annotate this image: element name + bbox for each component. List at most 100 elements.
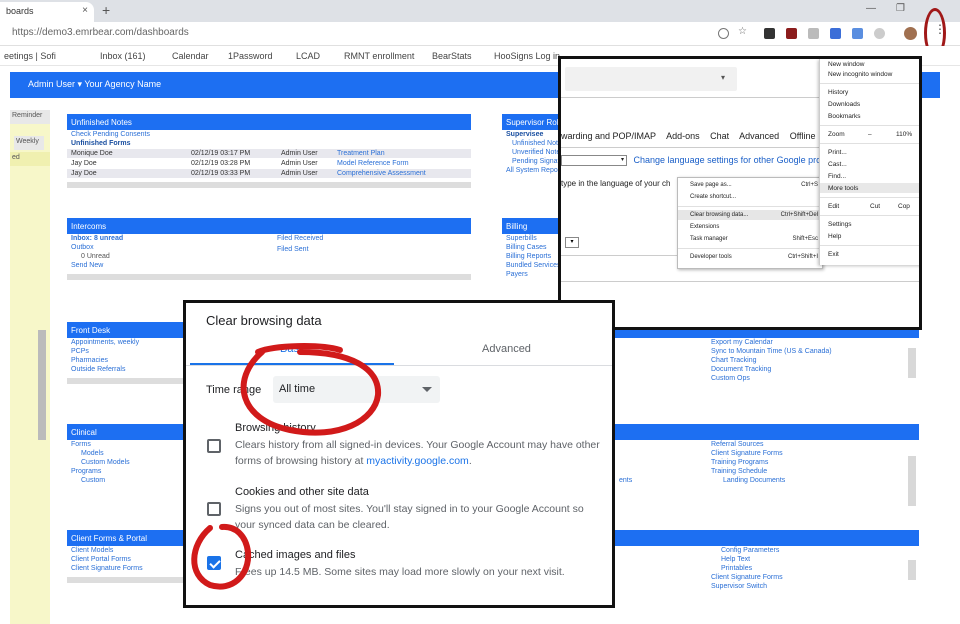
- panel-link[interactable]: Check Pending Consents: [67, 130, 471, 139]
- left-tab[interactable]: ed: [10, 152, 50, 166]
- panel-link[interactable]: Custom Models: [67, 458, 185, 467]
- panel-link[interactable]: Client Signature Forms: [615, 573, 919, 582]
- left-tab[interactable]: Weekly: [14, 136, 44, 150]
- panel-link[interactable]: Custom Ops: [615, 374, 919, 383]
- menu-item-new-incognito[interactable]: New incognito window: [828, 71, 892, 78]
- browser-tab[interactable]: boards ×: [0, 2, 94, 22]
- menu-item-task-manager[interactable]: Task manager: [690, 236, 728, 242]
- menu-item-clear-browsing-data[interactable]: Clear browsing data...: [690, 212, 748, 218]
- menu-item-settings[interactable]: Settings: [828, 221, 852, 228]
- bookmark-item[interactable]: LCAD: [296, 51, 320, 61]
- panel-link[interactable]: Filed Sent: [273, 245, 313, 254]
- panel-link[interactable]: Sync to Mountain Time (US & Canada): [615, 347, 919, 356]
- panel-link[interactable]: Appointments, weekly: [67, 338, 185, 347]
- bookmark-item[interactable]: BearStats: [432, 51, 472, 61]
- panel-link[interactable]: Document Tracking: [615, 365, 919, 374]
- panel-link[interactable]: Billing Cases: [502, 243, 560, 252]
- browsing-history-checkbox[interactable]: [207, 439, 221, 453]
- menu-item-help[interactable]: Help: [828, 233, 841, 240]
- panel-link[interactable]: Outbox: [67, 243, 471, 252]
- panel-link[interactable]: Client Signature Forms: [67, 564, 185, 573]
- table-row[interactable]: Jay Doe 02/12/19 03:33 PM Admin User Compre…: [67, 169, 471, 178]
- table-cell[interactable]: Treatment Plan: [337, 150, 385, 157]
- panel-link[interactable]: Send New: [67, 261, 471, 270]
- extension-icon[interactable]: [808, 28, 819, 39]
- panel-link[interactable]: Billing Reports: [502, 252, 560, 261]
- panel-link[interactable]: All System Reports: [502, 166, 560, 175]
- menu-item-history[interactable]: History: [828, 89, 848, 96]
- gmail-search-box[interactable]: ▾: [565, 67, 737, 91]
- panel-link[interactable]: PCPs: [67, 347, 185, 356]
- menu-item-bookmarks[interactable]: Bookmarks: [828, 113, 861, 120]
- menu-item-extensions[interactable]: Extensions: [690, 224, 719, 230]
- menu-item-more-tools[interactable]: More tools: [828, 185, 858, 192]
- panel-link[interactable]: Chart Tracking: [615, 356, 919, 365]
- extension-icon[interactable]: [830, 28, 841, 39]
- avatar[interactable]: [904, 27, 917, 40]
- bookmark-item[interactable]: 1Password: [228, 51, 273, 61]
- scrollbar[interactable]: [908, 348, 916, 378]
- panel-link[interactable]: ents: [615, 476, 636, 485]
- bookmark-item[interactable]: HooSigns Log in: [494, 51, 560, 61]
- panel-link[interactable]: Config Parameters: [615, 546, 919, 555]
- panel-link[interactable]: Help Text: [615, 555, 919, 564]
- scrollbar[interactable]: [38, 330, 46, 440]
- star-icon[interactable]: ☆: [738, 26, 749, 37]
- menu-item-downloads[interactable]: Downloads: [828, 101, 860, 108]
- menu-item-cut[interactable]: Cut: [870, 203, 880, 210]
- panel-link[interactable]: Supervisee: [502, 130, 560, 139]
- search-icon[interactable]: [718, 28, 729, 39]
- extension-icon[interactable]: [786, 28, 797, 39]
- panel-link[interactable]: Referral Sources: [615, 440, 919, 449]
- panel-link[interactable]: Landing Documents: [615, 476, 919, 485]
- menu-item-developer-tools[interactable]: Developer tools: [690, 254, 732, 260]
- panel-link[interactable]: Custom: [67, 476, 185, 485]
- panel-link[interactable]: Models: [67, 449, 185, 458]
- panel-link[interactable]: Supervisor Switch: [615, 582, 919, 591]
- extension-icon[interactable]: [764, 28, 775, 39]
- panel-link[interactable]: Client Portal Forms: [67, 555, 185, 564]
- extension-icon[interactable]: [852, 28, 863, 39]
- panel-link[interactable]: Pharmacies: [67, 356, 185, 365]
- panel-link[interactable]: Training Schedule: [615, 467, 919, 476]
- panel-link[interactable]: Outside Referrals: [67, 365, 185, 374]
- myactivity-link[interactable]: myactivity.google.com: [366, 455, 469, 467]
- minimize-icon[interactable]: —: [866, 3, 876, 14]
- chevron-down-icon[interactable]: ▾: [721, 73, 725, 82]
- menu-item-new-window[interactable]: New window: [828, 61, 865, 68]
- panel-link[interactable]: Bundled Services: [502, 261, 560, 270]
- more-menu-icon[interactable]: ⋮: [934, 23, 946, 35]
- menu-item-exit[interactable]: Exit: [828, 251, 839, 258]
- panel-link[interactable]: Printables: [615, 564, 919, 573]
- menu-item-create-shortcut[interactable]: Create shortcut...: [690, 194, 736, 200]
- panel-link[interactable]: Training Programs: [615, 458, 919, 467]
- extension-icon[interactable]: [874, 28, 885, 39]
- app-header-text[interactable]: Admin User ▾ Your Agency Name: [28, 79, 161, 89]
- settings-tab[interactable]: Chat: [710, 131, 729, 141]
- menu-item-print[interactable]: Print...: [828, 149, 847, 156]
- cached-images-checkbox[interactable]: [207, 556, 221, 570]
- menu-item-save-page[interactable]: Save page as...: [690, 182, 732, 188]
- time-range-select[interactable]: All time: [273, 376, 440, 403]
- panel-link[interactable]: Filed Received: [273, 234, 327, 243]
- table-row[interactable]: Jay Doe 02/12/19 03:28 PM Admin User Model …: [67, 159, 471, 168]
- table-row[interactable]: Monique Doe 02/12/19 03:17 PM Admin User Tr…: [67, 149, 471, 158]
- panel-link[interactable]: Inbox: 8 unread: [67, 234, 471, 243]
- settings-tab[interactable]: warding and POP/IMAP: [561, 131, 656, 141]
- scrollbar[interactable]: [67, 378, 185, 384]
- menu-item-copy[interactable]: Cop: [898, 203, 910, 210]
- scrollbar[interactable]: [908, 560, 916, 580]
- language-settings-link[interactable]: Change language settings for other Googl…: [634, 155, 843, 165]
- restore-icon[interactable]: ❐: [896, 3, 905, 14]
- panel-link[interactable]: Unverified Notes: [502, 148, 560, 157]
- new-tab-button[interactable]: +: [102, 2, 110, 18]
- scrollbar[interactable]: [908, 456, 916, 506]
- panel-link[interactable]: Client Signature Forms: [615, 449, 919, 458]
- panel-link[interactable]: Unfinished Notes: [502, 139, 560, 148]
- panel-link[interactable]: Programs: [67, 467, 185, 476]
- url-field[interactable]: https://demo3.emrbear.com/dashboards: [12, 27, 189, 38]
- bookmark-item[interactable]: eetings | Sofi: [4, 51, 56, 61]
- panel-link[interactable]: Superbills: [502, 234, 560, 243]
- bookmark-item[interactable]: Inbox (161): [100, 51, 146, 61]
- select-box[interactable]: ▾: [565, 237, 579, 248]
